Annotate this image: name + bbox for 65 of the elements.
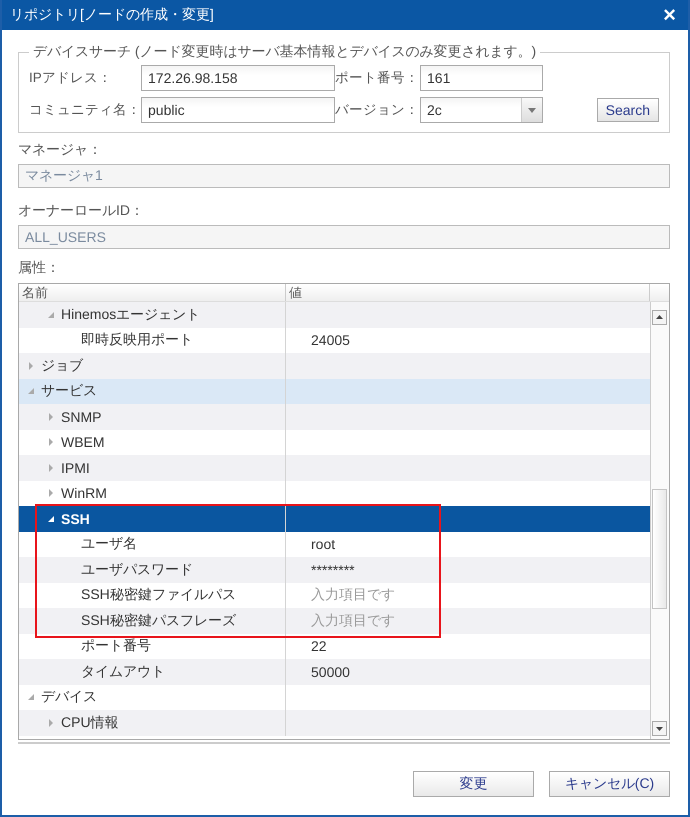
tree-row[interactable]: SNMP (19, 404, 650, 430)
tree-row[interactable]: IPMI (19, 455, 650, 480)
field-label: 属性： (18, 259, 61, 277)
tree-row[interactable]: 即時反映用ポート 24005 (19, 328, 650, 353)
field-label: IPアドレス： (29, 69, 113, 87)
property-name: タイムアウト (81, 662, 165, 681)
scrollbar[interactable] (650, 302, 669, 739)
property-value: 22 (310, 638, 327, 654)
field-label: バージョン： (335, 101, 420, 119)
tree-row[interactable]: SSH秘密鍵ファイルパス 入力項目です (19, 582, 650, 608)
property-value: root (310, 536, 336, 552)
input-field[interactable]: 161 (420, 65, 543, 91)
tree-row[interactable]: ユーザ名 root (19, 532, 650, 557)
property-name: WinRM (61, 485, 107, 502)
dialog-button[interactable]: 変更 (413, 771, 534, 797)
property-name: IPMI (61, 460, 90, 476)
tree-row[interactable]: ポート番号 22 (19, 634, 650, 659)
tree-row[interactable]: WinRM (19, 480, 650, 506)
window-title: リポジトリ[ノードの作成・変更] (10, 6, 214, 24)
scroll-up-icon (652, 310, 667, 325)
field-label: オーナーロールID： (18, 202, 145, 220)
field-label: ポート番号： (335, 69, 420, 87)
property-name: CPU情報 (61, 714, 119, 732)
tree-row[interactable]: CPU情報 (19, 710, 650, 736)
dialog-button[interactable]: キャンセル(C) (549, 771, 670, 797)
property-name: サービス (41, 382, 97, 400)
property-value: 24005 (310, 332, 350, 348)
property-name: ユーザ名 (81, 535, 137, 554)
field-label: コミュニティ名： (29, 101, 141, 119)
property-value: ******** (310, 562, 355, 578)
property-name: WBEM (61, 434, 105, 450)
column-header[interactable]: 名前 (19, 284, 286, 301)
tree-row[interactable]: ユーザパスワード ******** (19, 557, 650, 582)
property-value: 50000 (310, 664, 350, 680)
tree-row[interactable]: サービス (19, 378, 650, 404)
version-dropdown[interactable]: 2c (420, 97, 543, 123)
column-header[interactable]: 値 (286, 284, 650, 301)
tree-row[interactable]: デバイス (19, 684, 650, 710)
input-field[interactable]: 172.26.98.158 (141, 65, 335, 91)
property-name: SSH (61, 510, 90, 527)
property-name: SNMP (61, 408, 102, 425)
property-placeholder: 入力項目です (310, 586, 395, 604)
property-placeholder: 入力項目です (310, 612, 395, 630)
property-name: ジョブ (41, 356, 83, 375)
tree-row[interactable]: タイムアウト 50000 (19, 659, 650, 684)
property-name: SSH秘密鍵ファイルパス (81, 586, 236, 604)
close-button[interactable]: × (659, 3, 680, 27)
property-name: Hinemosエージェント (61, 306, 200, 324)
tree-row[interactable]: Hinemosエージェント (19, 302, 650, 328)
property-name: ポート番号 (81, 637, 151, 656)
tree-row[interactable]: SSH秘密鍵パスフレーズ 入力項目です (19, 608, 650, 634)
property-name: SSH秘密鍵パスフレーズ (81, 612, 236, 630)
scroll-down-icon (652, 721, 667, 736)
tree-row[interactable]: ジョブ (19, 353, 650, 378)
input-field[interactable]: public (141, 97, 335, 123)
scroll-thumb[interactable] (652, 489, 667, 609)
property-name: ユーザパスワード (81, 560, 193, 579)
field-label: マネージャ： (18, 141, 103, 159)
group-title: デバイスサーチ (ノード変更時はサーバ基本情報とデバイスのみ変更されます。) (32, 43, 538, 61)
search-button[interactable]: Search (596, 98, 659, 122)
property-name: 即時反映用ポート (81, 331, 193, 350)
tree-row[interactable]: SSH (19, 506, 650, 532)
dropdown-arrow-icon (528, 108, 536, 112)
tree-row[interactable]: WBEM (19, 430, 650, 455)
property-name: デバイス (41, 688, 97, 706)
